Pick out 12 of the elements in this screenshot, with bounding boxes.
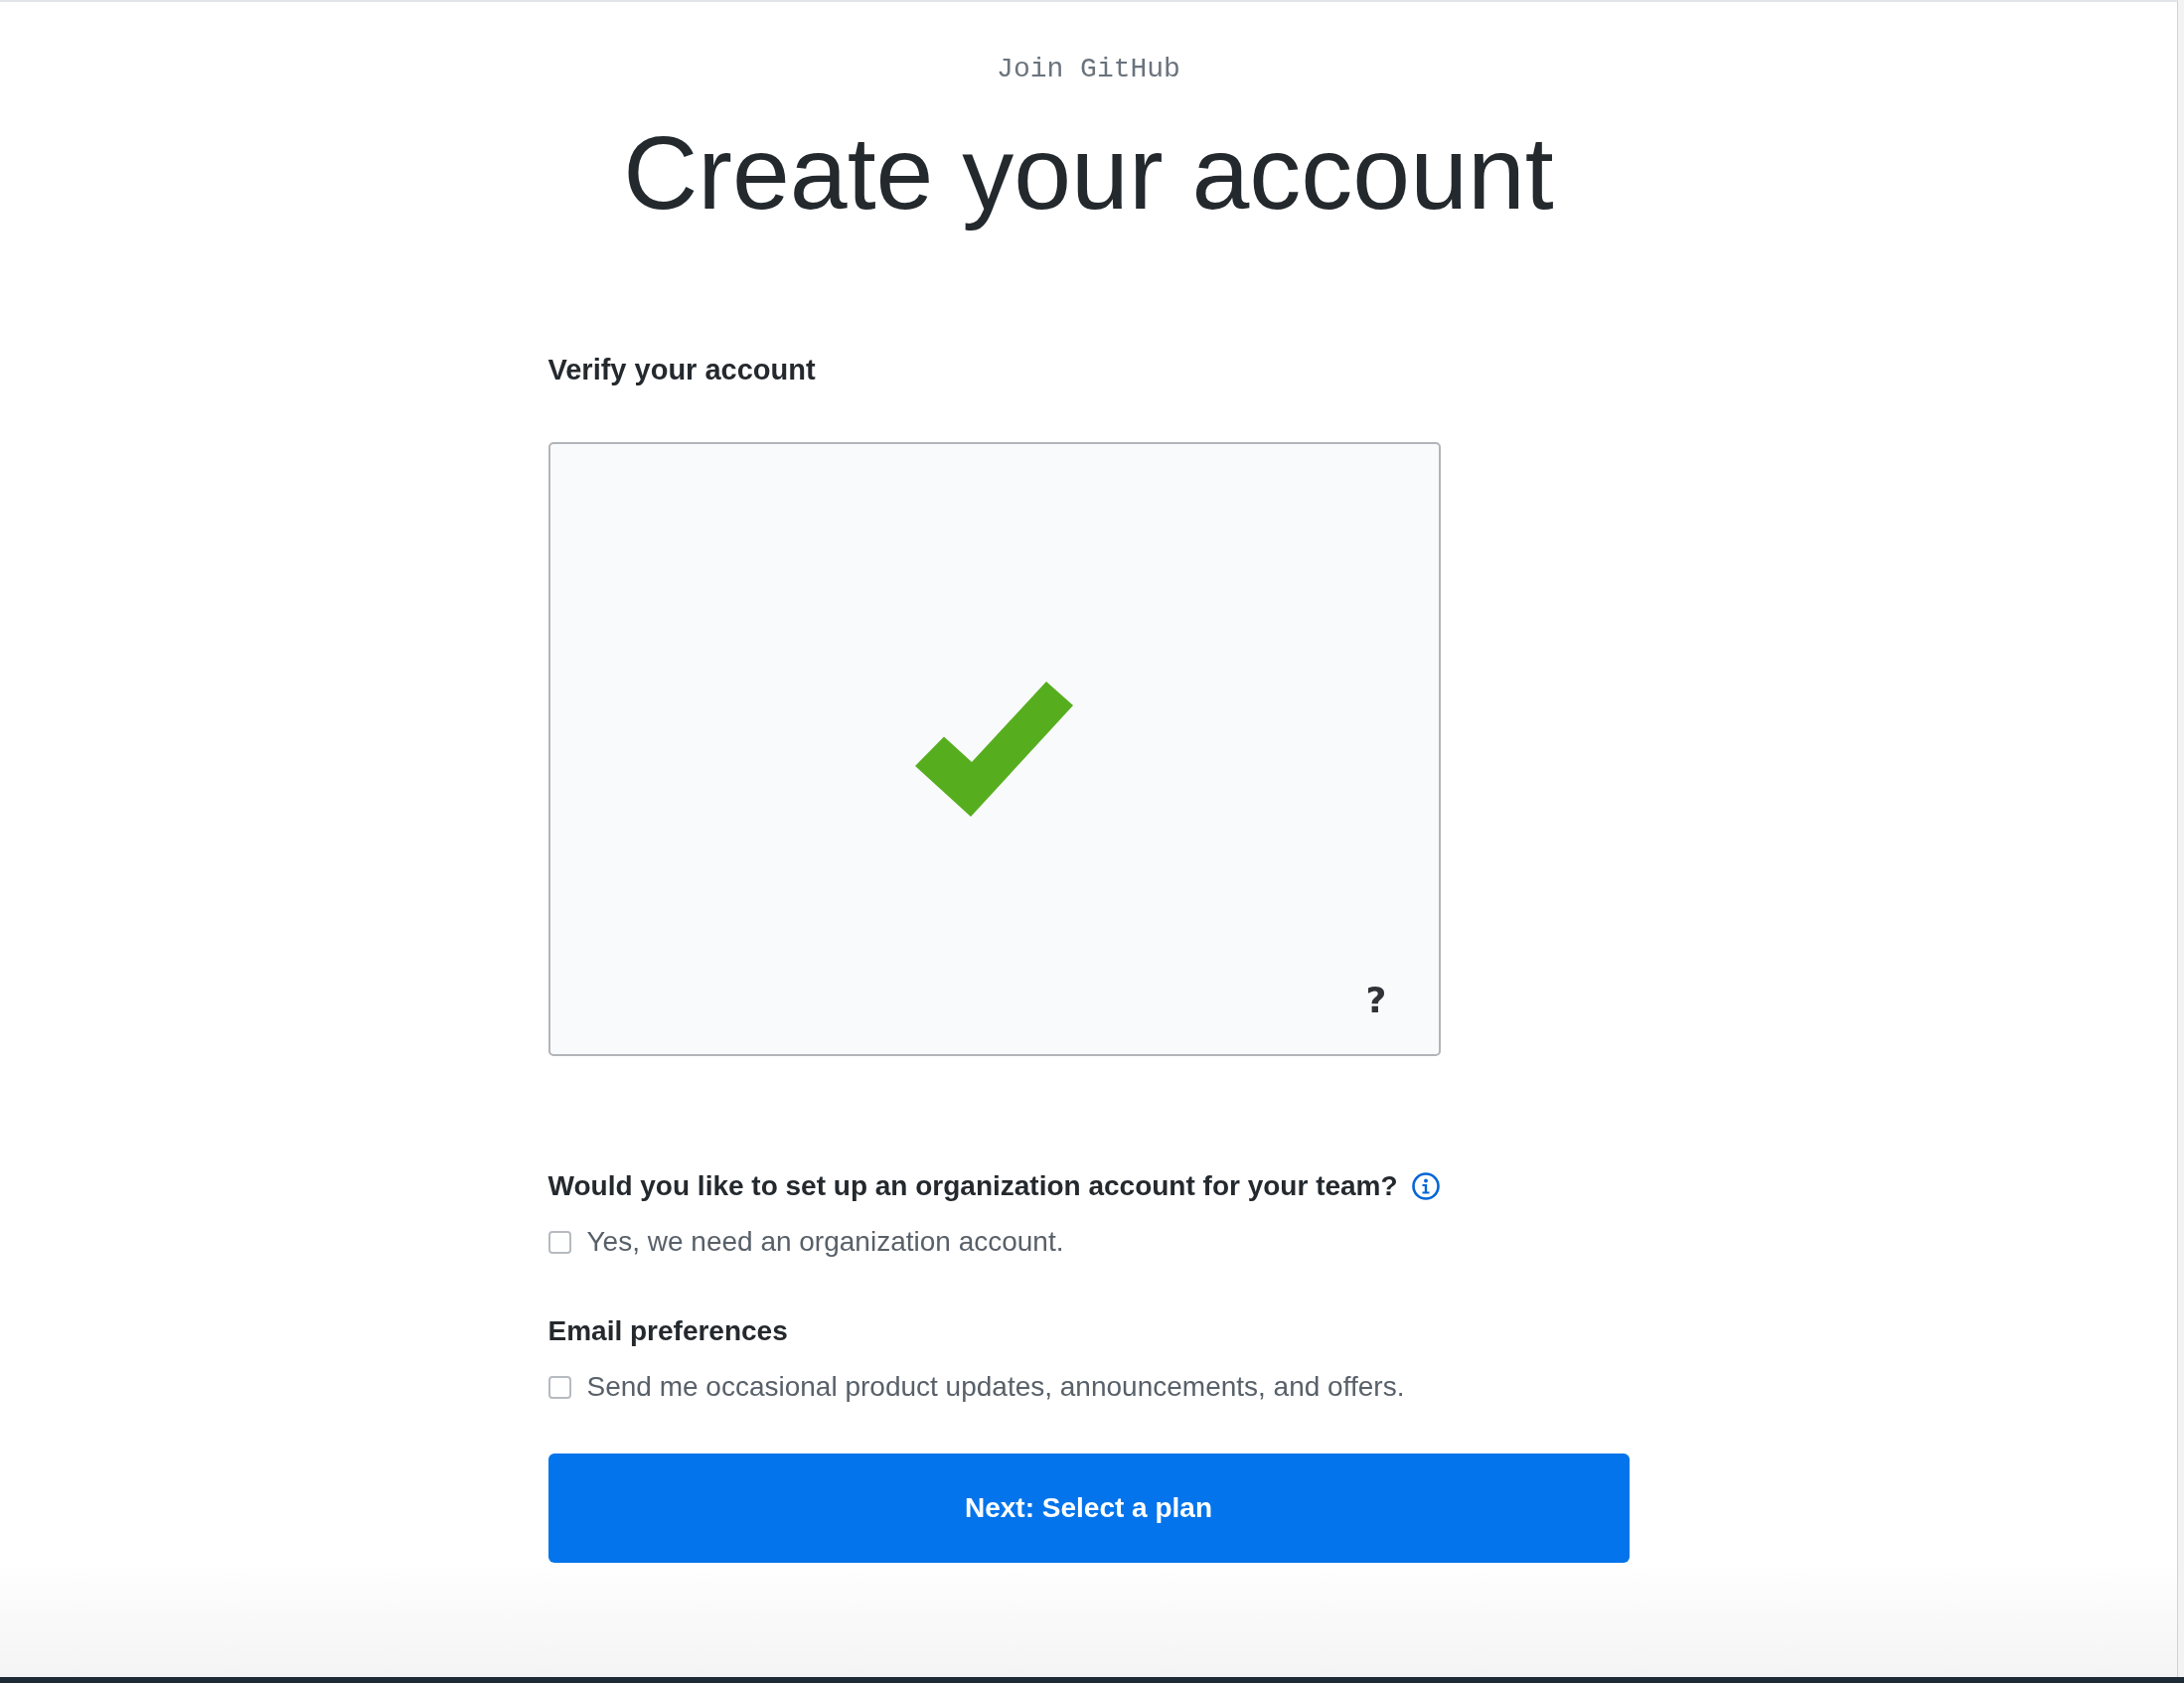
page-title: Create your account: [623, 114, 1554, 232]
checkbox-label[interactable]: Yes, we need an organization account.: [586, 1224, 1064, 1260]
help-link[interactable]: ?: [1365, 979, 1387, 1022]
question-heading: Would you like to set up an organization account for your team?: [547, 1169, 1398, 1203]
checkbox[interactable]: [547, 1230, 571, 1254]
next-button[interactable]: Next: Select a plan: [547, 1454, 1630, 1563]
checkbox[interactable]: [547, 1375, 571, 1399]
section-heading: Verify your account: [547, 353, 816, 387]
checkbox-label[interactable]: Send me occasional product updates, announcements, and offers.: [586, 1369, 1405, 1405]
section-heading: Email preferences: [547, 1314, 788, 1348]
eyebrow-text: Join GitHub: [997, 53, 1180, 86]
info-icon[interactable]: [1411, 1172, 1440, 1200]
